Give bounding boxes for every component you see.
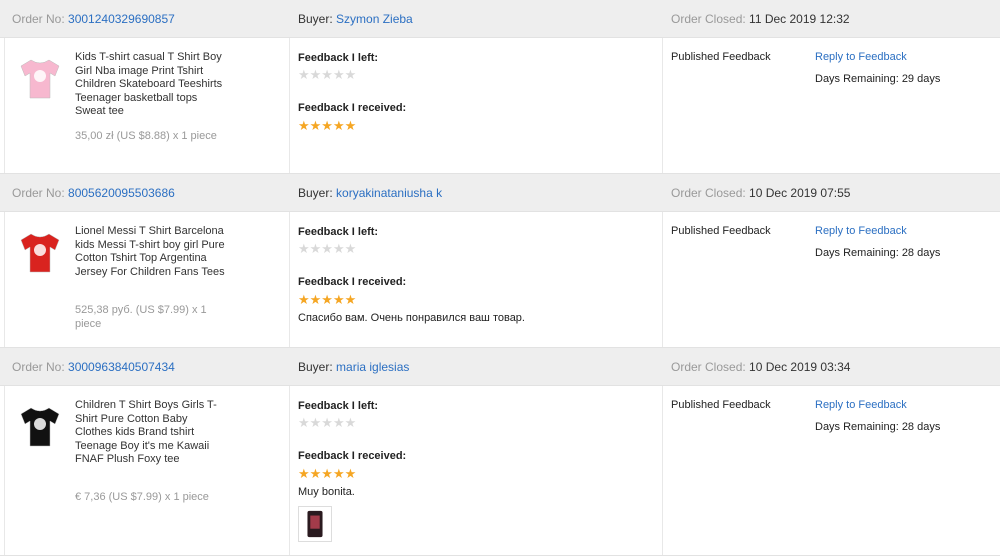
order-closed-label: Order Closed: <box>671 360 746 374</box>
product-price: 35,00 zł (US $8.88) x 1 piece <box>75 130 217 142</box>
feedback-received-stars: ★★★★★ <box>298 292 357 307</box>
order-number: Order No: 8005620095503686 <box>12 186 175 200</box>
action-cell: Published Feedback Reply to Feedback Day… <box>663 212 1000 347</box>
published-feedback-status: Published Feedback <box>671 51 771 63</box>
order: Order No: 8005620095503686 Buyer: koryak… <box>0 174 1000 348</box>
order-header: Order No: 3001240329690857 Buyer: Szymon… <box>0 0 1000 38</box>
product-title[interactable]: Kids T-shirt casual T Shirt Boy Girl Nba… <box>75 51 225 119</box>
reply-to-feedback-link[interactable]: Reply to Feedback <box>815 51 907 63</box>
order-closed-label: Order Closed: <box>671 12 746 26</box>
product-cell: Lionel Messi T Shirt Barcelona kids Mess… <box>4 212 290 347</box>
feedback-left-stars: ★★★★★ <box>298 241 357 256</box>
feedback-received-text: Спасибо вам. Очень понравился ваш товар. <box>298 312 525 324</box>
order: Order No: 3001240329690857 Buyer: Szymon… <box>0 0 1000 174</box>
published-feedback-status: Published Feedback <box>671 225 771 237</box>
feedback-received-stars: ★★★★★ <box>298 466 357 481</box>
order-closed-date: 10 Dec 2019 07:55 <box>749 186 851 200</box>
order-closed-label: Order Closed: <box>671 186 746 200</box>
published-feedback-status: Published Feedback <box>671 399 771 411</box>
reply-to-feedback-link[interactable]: Reply to Feedback <box>815 399 907 411</box>
product-thumbnail[interactable] <box>17 54 63 102</box>
buyer-label: Buyer: <box>298 186 333 200</box>
buyer: Buyer: maria iglesias <box>298 360 409 374</box>
order-closed: Order Closed: 10 Dec 2019 03:34 <box>671 360 850 374</box>
order-no-label: Order No: <box>12 12 65 26</box>
order-body: Children T Shirt Boys Girls T-Shirt Pure… <box>0 386 1000 556</box>
feedback-left-stars: ★★★★★ <box>298 67 357 82</box>
product-title[interactable]: Children T Shirt Boys Girls T-Shirt Pure… <box>75 399 225 467</box>
action-cell: Published Feedback Reply to Feedback Day… <box>663 38 1000 173</box>
order-number: Order No: 3001240329690857 <box>12 12 175 26</box>
order-header: Order No: 3000963840507434 Buyer: maria … <box>0 348 1000 386</box>
buyer-link[interactable]: Szymon Zieba <box>336 12 413 26</box>
order: Order No: 3000963840507434 Buyer: maria … <box>0 348 1000 556</box>
days-remaining: Days Remaining: 28 days <box>815 421 941 433</box>
product-price: € 7,36 (US $7.99) x 1 piece <box>75 491 209 503</box>
feedback-photo[interactable] <box>298 506 332 542</box>
order-no-label: Order No: <box>12 360 65 374</box>
order-no-label: Order No: <box>12 186 65 200</box>
feedback-cell: Feedback I left: ★★★★★ Feedback I receiv… <box>290 386 663 555</box>
feedback-received-label: Feedback I received: <box>298 450 407 462</box>
orders-list: Order No: 3001240329690857 Buyer: Szymon… <box>0 0 1000 556</box>
feedback-cell: Feedback I left: ★★★★★ Feedback I receiv… <box>290 212 663 347</box>
order-number-link[interactable]: 8005620095503686 <box>68 186 175 200</box>
reply-to-feedback-link[interactable]: Reply to Feedback <box>815 225 907 237</box>
feedback-left-stars: ★★★★★ <box>298 415 357 430</box>
order-body: Lionel Messi T Shirt Barcelona kids Mess… <box>0 212 1000 348</box>
days-remaining: Days Remaining: 28 days <box>815 247 941 259</box>
product-title[interactable]: Lionel Messi T Shirt Barcelona kids Mess… <box>75 225 225 279</box>
feedback-left-label: Feedback I left: <box>298 52 379 64</box>
buyer: Buyer: Szymon Zieba <box>298 12 413 26</box>
days-remaining: Days Remaining: 29 days <box>815 73 941 85</box>
order-number-link[interactable]: 3001240329690857 <box>68 12 175 26</box>
feedback-received-text: Muy bonita. <box>298 486 355 498</box>
order-closed-date: 11 Dec 2019 12:32 <box>749 12 850 26</box>
order-number-link[interactable]: 3000963840507434 <box>68 360 175 374</box>
order-closed: Order Closed: 10 Dec 2019 07:55 <box>671 186 850 200</box>
product-thumbnail[interactable] <box>17 228 63 276</box>
feedback-received-label: Feedback I received: <box>298 276 407 288</box>
order-closed: Order Closed: 11 Dec 2019 12:32 <box>671 12 850 26</box>
product-cell: Children T Shirt Boys Girls T-Shirt Pure… <box>4 386 290 555</box>
order-closed-date: 10 Dec 2019 03:34 <box>749 360 851 374</box>
product-price: 525,38 руб. (US $7.99) x 1 piece <box>75 304 207 330</box>
action-cell: Published Feedback Reply to Feedback Day… <box>663 386 1000 555</box>
feedback-left-label: Feedback I left: <box>298 400 379 412</box>
buyer: Buyer: koryakinataniusha k <box>298 186 442 200</box>
product-thumbnail[interactable] <box>17 402 63 450</box>
feedback-cell: Feedback I left: ★★★★★ Feedback I receiv… <box>290 38 663 173</box>
feedback-left-label: Feedback I left: <box>298 226 379 238</box>
feedback-received-stars: ★★★★★ <box>298 118 357 133</box>
order-number: Order No: 3000963840507434 <box>12 360 175 374</box>
buyer-link[interactable]: maria iglesias <box>336 360 409 374</box>
feedback-received-label: Feedback I received: <box>298 102 407 114</box>
order-header: Order No: 8005620095503686 Buyer: koryak… <box>0 174 1000 212</box>
product-cell: Kids T-shirt casual T Shirt Boy Girl Nba… <box>4 38 290 173</box>
buyer-link[interactable]: koryakinataniusha k <box>336 186 442 200</box>
buyer-label: Buyer: <box>298 360 333 374</box>
buyer-label: Buyer: <box>298 12 333 26</box>
order-body: Kids T-shirt casual T Shirt Boy Girl Nba… <box>0 38 1000 174</box>
